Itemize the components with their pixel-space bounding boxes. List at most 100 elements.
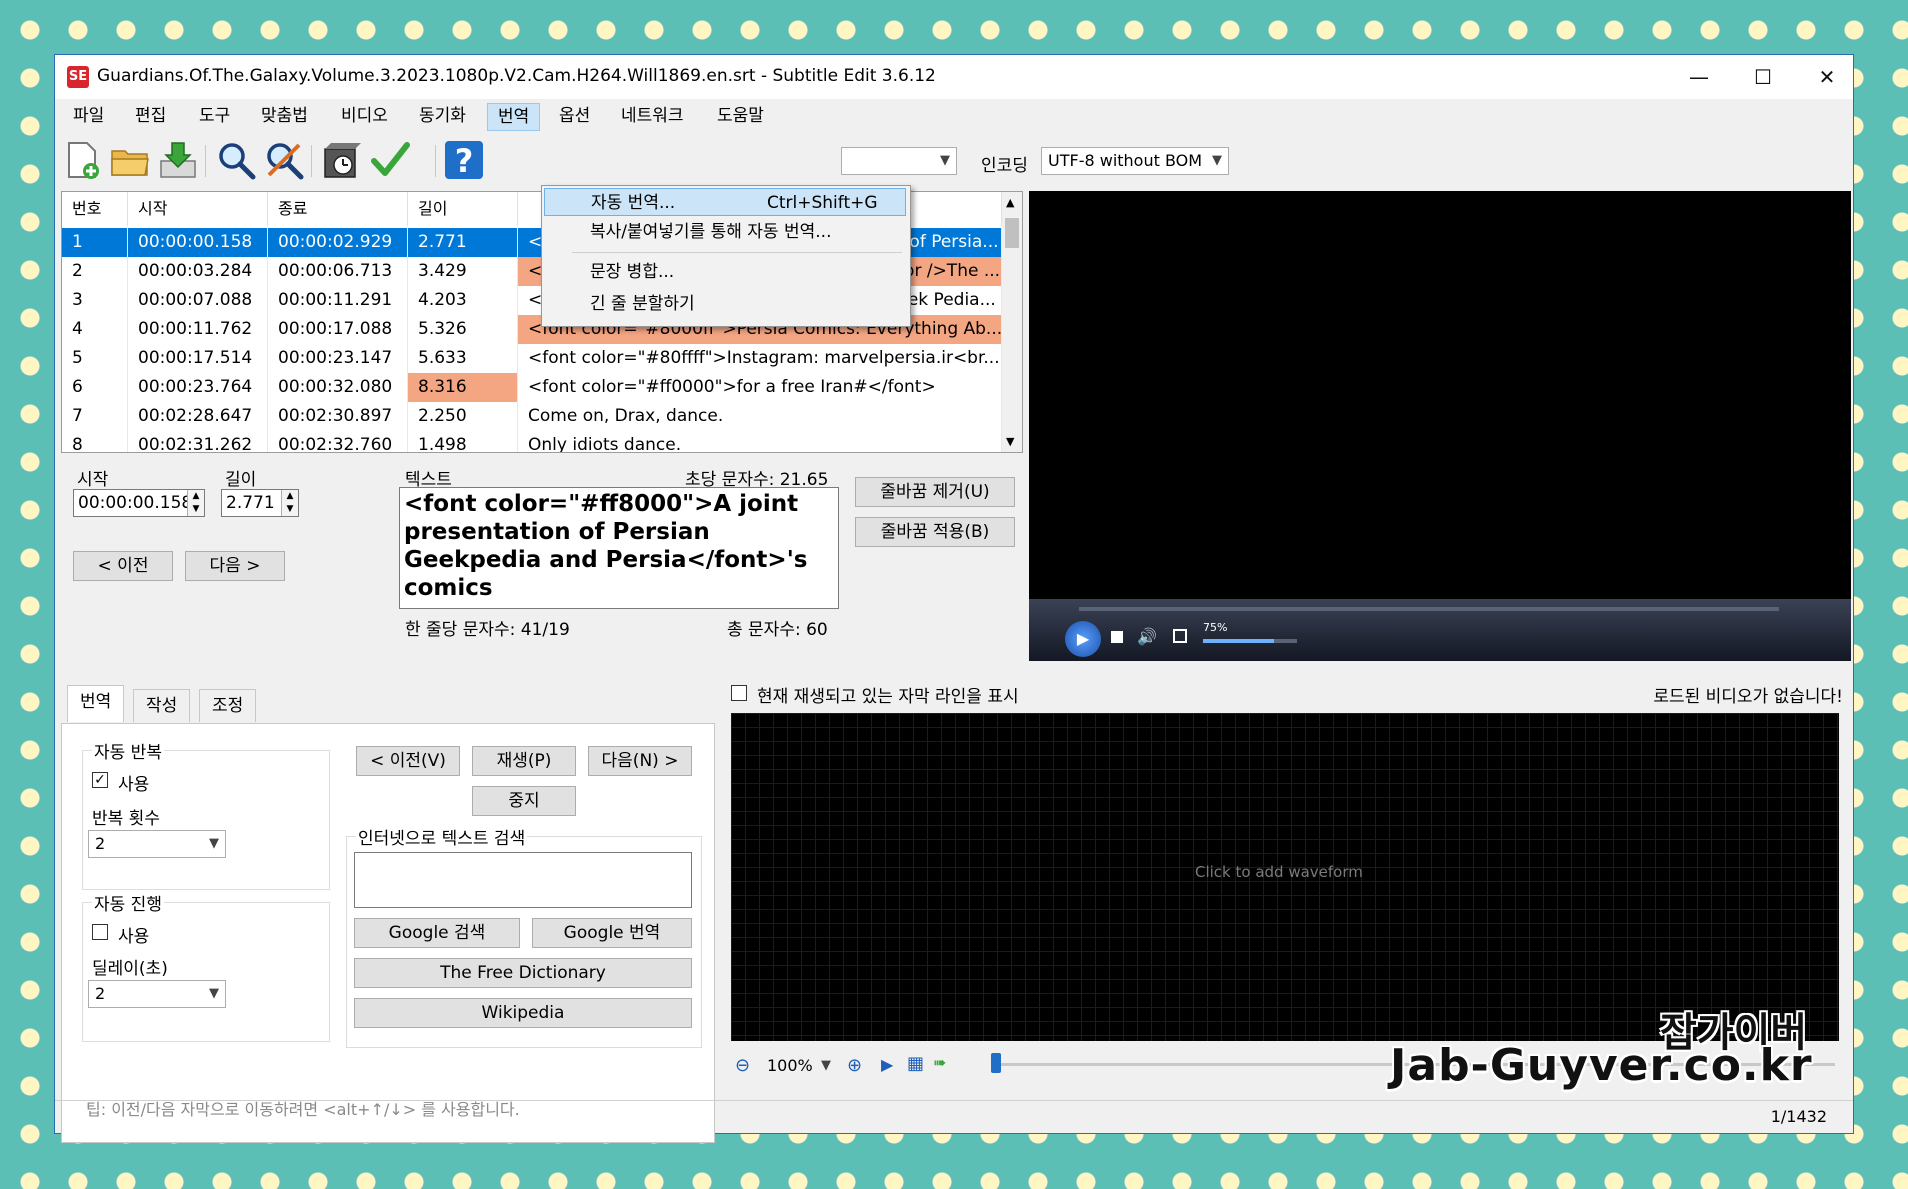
- search-group-title: 인터넷으로 텍스트 검색: [356, 824, 528, 849]
- waveform-panel[interactable]: Click to add waveform: [731, 713, 1839, 1041]
- menu-item-label: 문장 병합...: [590, 262, 675, 282]
- no-video-loaded-text: 로드된 비디오가 없습니다!: [1653, 687, 1843, 707]
- cell-number: 1: [62, 228, 128, 257]
- zoom-out-icon[interactable]: ⊖: [735, 1055, 750, 1076]
- repeat-count-label: 반복 횟수: [92, 809, 160, 829]
- menu-help[interactable]: 도움말: [707, 103, 774, 129]
- start-time-spinner[interactable]: ▲ ▼: [187, 490, 204, 516]
- scroll-down-icon[interactable]: ▼: [1006, 435, 1014, 448]
- subtitle-text-editor[interactable]: <font color="#ff8000">A joint presentati…: [399, 487, 839, 609]
- delay-select[interactable]: 2 ▼: [88, 980, 226, 1008]
- col-header-number[interactable]: 번호: [62, 192, 128, 226]
- start-time-field[interactable]: 00:00:00.158 ▲ ▼: [73, 489, 205, 517]
- open-folder-icon[interactable]: [109, 139, 151, 181]
- cell-end: 00:00:02.929: [268, 228, 408, 257]
- menu-tools[interactable]: 도구: [189, 103, 240, 129]
- menu-options[interactable]: 옵션: [549, 103, 600, 129]
- tab-adjust[interactable]: 조정: [199, 689, 257, 722]
- table-row[interactable]: 5 00:00:17.514 00:00:23.147 5.633 <font …: [62, 344, 1002, 373]
- menu-item-auto-translate-copy-paste[interactable]: 복사/붙여넣기를 통해 자동 번역...: [544, 218, 906, 246]
- next-line-button[interactable]: 다음 >: [185, 551, 285, 581]
- menu-synchronization[interactable]: 동기화: [409, 103, 476, 129]
- scroll-thumb[interactable]: [1005, 218, 1019, 248]
- stop-icon[interactable]: [1111, 631, 1123, 643]
- visual-sync-icon[interactable]: [321, 139, 363, 181]
- play-selection-icon[interactable]: ▶: [881, 1055, 893, 1074]
- play-button[interactable]: 재생(P): [472, 746, 576, 776]
- repeat-count-select[interactable]: 2 ▼: [88, 830, 226, 858]
- menu-translate[interactable]: 번역: [487, 103, 541, 131]
- watermark-url: Jab-Guyver.co.kr: [1390, 1040, 1813, 1091]
- fullscreen-icon[interactable]: [1173, 629, 1187, 643]
- video-player[interactable]: ▶ 🔊 75%: [1029, 191, 1851, 661]
- menu-file[interactable]: 파일: [63, 103, 114, 129]
- tab-create[interactable]: 작성: [133, 689, 191, 722]
- new-file-icon[interactable]: [61, 139, 103, 181]
- status-bar: 1/1432: [55, 1100, 1853, 1133]
- col-header-duration[interactable]: 길이: [408, 192, 518, 226]
- col-header-end[interactable]: 종료: [268, 192, 408, 226]
- prev-line-button[interactable]: < 이전: [73, 551, 173, 581]
- remove-linebreak-button[interactable]: 줄바꿈 제거(U): [855, 477, 1015, 507]
- stop-button[interactable]: 중지: [472, 786, 576, 816]
- menu-networking[interactable]: 네트워크: [611, 103, 694, 129]
- cell-start: 00:00:00.158: [128, 228, 268, 257]
- menu-spellcheck[interactable]: 맞춤법: [251, 103, 318, 129]
- zoom-in-icon[interactable]: ⊕: [847, 1055, 862, 1076]
- maximize-button[interactable]: ☐: [1731, 55, 1795, 99]
- free-dictionary-button[interactable]: The Free Dictionary: [354, 958, 692, 988]
- cell-start: 00:00:23.764: [128, 373, 268, 402]
- wikipedia-button[interactable]: Wikipedia: [354, 998, 692, 1028]
- table-row[interactable]: 6 00:00:23.764 00:00:32.080 8.316 <font …: [62, 373, 1002, 402]
- google-search-button[interactable]: Google 검색: [354, 918, 520, 948]
- cell-duration: 3.429: [408, 257, 518, 286]
- auto-repeat-checkbox[interactable]: ✓: [92, 772, 108, 788]
- menu-item-split-long-lines[interactable]: 긴 줄 분할하기: [544, 290, 906, 318]
- col-header-start[interactable]: 시작: [128, 192, 268, 226]
- close-button[interactable]: ✕: [1795, 55, 1859, 99]
- duration-spinner[interactable]: ▲ ▼: [281, 490, 298, 516]
- spectrogram-icon[interactable]: ▦: [907, 1053, 924, 1074]
- help-icon[interactable]: ?: [443, 139, 485, 181]
- slider-thumb[interactable]: [991, 1053, 1001, 1073]
- tab-translate[interactable]: 번역: [67, 685, 125, 722]
- title-bar: SE Guardians.Of.The.Galaxy.Volume.3.2023…: [55, 55, 1853, 99]
- video-seek-bar[interactable]: [1079, 607, 1779, 611]
- next-subtitle-button[interactable]: 다음(N) >: [588, 746, 692, 776]
- table-row[interactable]: 8 00:02:31.262 00:02:32.760 1.498 Only i…: [62, 431, 1002, 452]
- encoding-select[interactable]: UTF-8 without BOM ▼: [1041, 147, 1229, 175]
- table-row[interactable]: 7 00:02:28.647 00:02:30.897 2.250 Come o…: [62, 402, 1002, 431]
- svg-text:?: ?: [455, 142, 474, 180]
- scroll-up-icon[interactable]: ▲: [1006, 196, 1014, 209]
- menu-edit[interactable]: 편집: [125, 103, 176, 129]
- minimize-button[interactable]: —: [1667, 55, 1731, 99]
- line-position: 1/1432: [1770, 1107, 1827, 1126]
- menu-item-merge-sentences[interactable]: 문장 병합...: [544, 258, 906, 286]
- replace-icon[interactable]: [263, 139, 305, 181]
- prev-subtitle-button[interactable]: < 이전(V): [356, 746, 460, 776]
- google-translate-button[interactable]: Google 번역: [532, 918, 692, 948]
- search-text-input[interactable]: [354, 852, 692, 908]
- save-icon[interactable]: [157, 139, 199, 181]
- menu-video[interactable]: 비디오: [331, 103, 398, 129]
- window-title: Guardians.Of.The.Galaxy.Volume.3.2023.10…: [97, 66, 936, 86]
- total-chars: 총 문자수: 60: [727, 620, 828, 640]
- volume-icon[interactable]: 🔊: [1137, 627, 1157, 646]
- grid-scrollbar[interactable]: ▲ ▼: [1002, 192, 1022, 452]
- apply-linebreak-button[interactable]: 줄바꿈 적용(B): [855, 517, 1015, 547]
- menu-item-auto-translate[interactable]: 자동 번역... Ctrl+Shift+G: [544, 188, 906, 216]
- cell-start: 00:00:11.762: [128, 315, 268, 344]
- zoom-select[interactable]: 100% ▼: [761, 1053, 837, 1081]
- auto-continue-checkbox[interactable]: [92, 924, 108, 940]
- auto-continue-use-label: 사용: [118, 927, 150, 947]
- duration-field[interactable]: 2.771 ▲ ▼: [221, 489, 299, 517]
- spell-check-icon[interactable]: [369, 139, 411, 181]
- click-to-add-waveform[interactable]: Click to add waveform: [1195, 863, 1363, 881]
- find-icon[interactable]: [215, 139, 257, 181]
- frame-rate-combo[interactable]: ▼: [841, 147, 957, 175]
- volume-slider[interactable]: [1203, 639, 1297, 643]
- play-icon[interactable]: ▶: [1065, 621, 1101, 657]
- show-current-line-checkbox[interactable]: [731, 685, 747, 701]
- start-time-value: 00:00:00.158: [78, 493, 193, 513]
- next-scene-icon[interactable]: ➠: [933, 1053, 946, 1072]
